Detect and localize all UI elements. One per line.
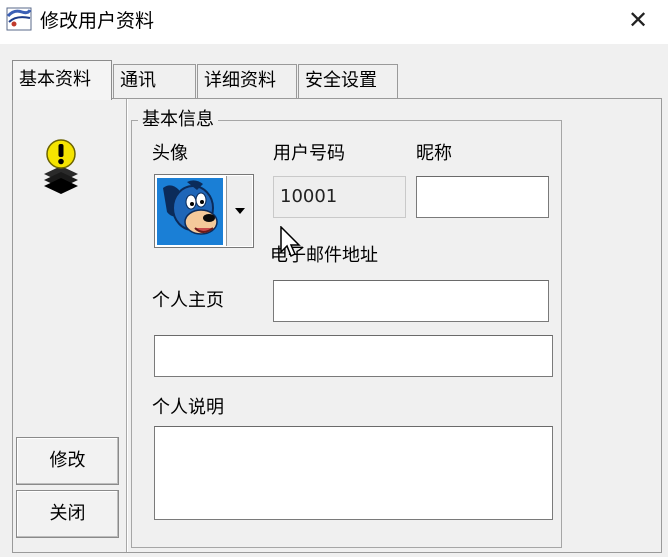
avatar-label: 头像	[152, 143, 188, 164]
description-textarea[interactable]	[154, 426, 553, 520]
user-number-field: 10001	[273, 176, 406, 218]
groupbox-title: 基本信息	[138, 108, 218, 132]
mouse-cursor-icon	[280, 225, 304, 260]
window-title: 修改用户资料	[40, 10, 155, 32]
user-number-value: 10001	[280, 186, 338, 207]
close-icon[interactable]: ✕	[620, 3, 656, 39]
chevron-down-icon	[235, 208, 245, 214]
description-label: 个人说明	[152, 397, 224, 418]
tab-communication[interactable]: 通讯	[113, 64, 196, 98]
nickname-field[interactable]	[416, 176, 549, 218]
user-number-label: 用户号码	[273, 143, 345, 164]
tab-security[interactable]: 安全设置	[298, 64, 398, 98]
warning-bulb-icon	[40, 136, 82, 196]
tab-details[interactable]: 详细资料	[197, 64, 297, 98]
homepage-label: 个人主页	[152, 290, 224, 311]
avatar-dog-image	[157, 178, 223, 245]
app-icon[interactable]	[6, 6, 32, 32]
panel-divider	[126, 99, 128, 552]
avatar-dropdown-button[interactable]	[226, 176, 252, 246]
modify-button[interactable]: 修改	[16, 437, 119, 485]
tab-basic-info[interactable]: 基本资料	[12, 60, 112, 100]
nickname-label: 昵称	[416, 143, 452, 164]
homepage-field[interactable]	[154, 335, 553, 377]
close-button[interactable]: 关闭	[16, 490, 119, 538]
email-field[interactable]	[273, 280, 549, 322]
